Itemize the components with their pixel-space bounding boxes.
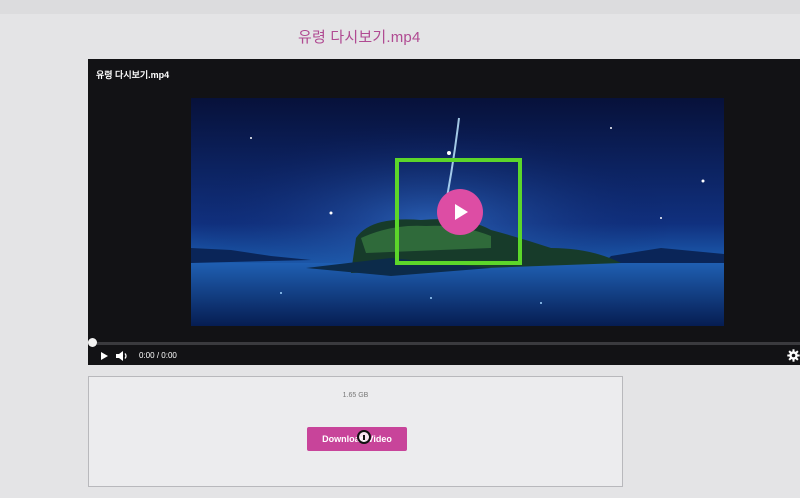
file-size: 1.65 GB — [342, 392, 369, 399]
time-separator: / — [156, 351, 160, 360]
play-icon — [455, 204, 468, 220]
big-play-button[interactable] — [437, 189, 483, 235]
play-icon[interactable] — [98, 350, 110, 362]
mouse-cursor-icon — [357, 430, 371, 444]
time-total: 0:00 — [161, 351, 177, 360]
download-card: 1.65 GB Download Video — [88, 376, 623, 487]
time-display: 0:00 / 0:00 — [139, 351, 177, 360]
top-band — [0, 0, 800, 14]
time-current: 0:00 — [139, 351, 155, 360]
progress-knob[interactable] — [88, 338, 97, 347]
control-bar: 0:00 / 0:00 — [88, 347, 800, 365]
gear-icon[interactable] — [787, 349, 800, 362]
volume-icon[interactable] — [115, 350, 129, 362]
progress-track[interactable] — [88, 342, 800, 345]
page-title: 유령 다시보기.mp4 — [298, 29, 421, 46]
video-overlay-title: 유령 다시보기.mp4 — [96, 70, 170, 80]
video-player[interactable]: 유령 다시보기.mp4 0:00 / 0:00 — [88, 59, 800, 365]
